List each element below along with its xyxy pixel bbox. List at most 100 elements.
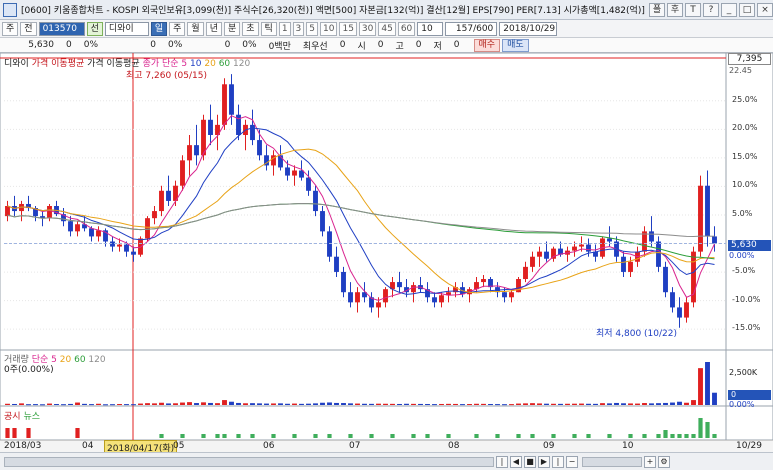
- candle-body: [187, 145, 192, 161]
- volume-bar: [159, 402, 164, 405]
- scroll-pause-icon[interactable]: ■: [524, 455, 536, 468]
- candle-body: [397, 282, 402, 288]
- volume-bar: [621, 403, 626, 405]
- volume-bar: [509, 404, 514, 406]
- volume-bar: [96, 403, 101, 405]
- candle-body: [320, 211, 325, 232]
- candle-body: [250, 124, 255, 141]
- candle-body: [383, 289, 388, 303]
- volume-bar: [453, 403, 458, 405]
- candle-body: [334, 256, 339, 272]
- price-axis-tick: -15.0%: [732, 323, 761, 333]
- candle-body: [75, 224, 80, 232]
- candle-body: [656, 241, 661, 267]
- candle-body: [152, 211, 157, 219]
- candle-body: [509, 292, 514, 298]
- candle-body: [607, 238, 612, 242]
- candle-body: [159, 190, 164, 212]
- volume-bar: [243, 403, 248, 405]
- news-bar: [572, 434, 577, 438]
- volume-bar: [334, 402, 339, 405]
- candle-body: [229, 84, 234, 115]
- volume-bar: [523, 403, 528, 405]
- news-bar: [586, 434, 591, 438]
- news-bar: [215, 434, 220, 438]
- legend-stock-name: 디와이: [4, 59, 29, 69]
- volume-bar: [446, 403, 451, 405]
- news-bar: [677, 434, 682, 438]
- volume-bar: [152, 403, 157, 405]
- volume-bar: [586, 403, 591, 405]
- volume-bar: [138, 403, 143, 405]
- volume-bar: [47, 403, 52, 405]
- volume-bar: [572, 403, 577, 405]
- scroll-next-icon[interactable]: ▶: [538, 455, 550, 468]
- legend-ma-price: 가격 이동평균: [31, 59, 85, 69]
- candle-body: [537, 251, 542, 257]
- volume-bar: [677, 401, 682, 405]
- volume-bar: [684, 402, 689, 405]
- news-bar: [607, 434, 612, 438]
- volume-bar: [250, 403, 255, 405]
- candle-body: [684, 302, 689, 318]
- news-bar: [180, 434, 185, 438]
- chart-canvas[interactable]: [0, 0, 773, 470]
- disclosure-bar: [5, 428, 10, 438]
- horizontal-scrollbar[interactable]: [4, 456, 494, 467]
- scroll-first-icon[interactable]: |: [496, 455, 508, 468]
- volume-bar: [565, 403, 570, 405]
- news-bar: [516, 434, 521, 438]
- volume-bar: [271, 403, 276, 405]
- news-bar: [684, 434, 689, 438]
- candle-body: [502, 292, 507, 298]
- volume-bar: [376, 403, 381, 405]
- x-label-04: 04: [82, 441, 94, 451]
- axis-top-pct: 22.45: [729, 66, 752, 75]
- candle-body: [649, 231, 654, 242]
- volume-bar: [558, 403, 563, 405]
- legend-ma-120: 120: [233, 59, 251, 69]
- zoom-in-icon[interactable]: +: [644, 455, 656, 468]
- volume-bar: [663, 402, 668, 405]
- price-axis-tick: -5.0%: [732, 266, 756, 276]
- news-bar: [446, 434, 451, 438]
- axis-current-price: 5,630: [728, 240, 771, 251]
- news-bar: [530, 434, 535, 438]
- x-label-10: 10: [622, 441, 634, 451]
- candle-body: [530, 256, 535, 267]
- volume-bar: [173, 403, 178, 405]
- volume-pane: [0, 349, 773, 407]
- candle-body: [194, 145, 199, 156]
- volume-bar: [180, 402, 185, 405]
- news-bar: [250, 434, 255, 438]
- axis-top-price: 7,395: [728, 53, 771, 65]
- candle-body: [523, 266, 528, 280]
- volume-bar: [313, 403, 318, 405]
- candle-body: [628, 261, 633, 272]
- news-legend-label: 뉴스: [23, 412, 40, 422]
- volume-bar: [600, 403, 605, 405]
- volume-bar: [264, 403, 269, 405]
- candle-body: [68, 221, 73, 232]
- zoom-out-icon[interactable]: −: [566, 455, 578, 468]
- volume-bar: [89, 404, 94, 406]
- volume-axis-current: 0: [728, 390, 771, 400]
- scroll-prev-icon[interactable]: ◀: [510, 455, 522, 468]
- volume-bar: [642, 403, 647, 405]
- scroll-last-icon[interactable]: |: [552, 455, 564, 468]
- price-axis-tick: 25.0%: [732, 94, 758, 104]
- volume-bar: [187, 402, 192, 405]
- volume-bar: [383, 403, 388, 405]
- x-label-06: 06: [263, 441, 275, 451]
- volume-bar: [26, 404, 31, 406]
- zoom-slider[interactable]: [582, 456, 642, 467]
- news-bar: [327, 434, 332, 438]
- volume-bar: [425, 404, 430, 406]
- chart-settings-icon[interactable]: ⚙: [658, 455, 670, 468]
- volume-bar: [439, 403, 444, 405]
- volume-bar: [215, 403, 220, 405]
- volume-bar: [117, 404, 122, 406]
- disclosure-legend: 공시: [4, 412, 21, 422]
- candle-body: [439, 295, 444, 303]
- volume-bar: [369, 403, 374, 405]
